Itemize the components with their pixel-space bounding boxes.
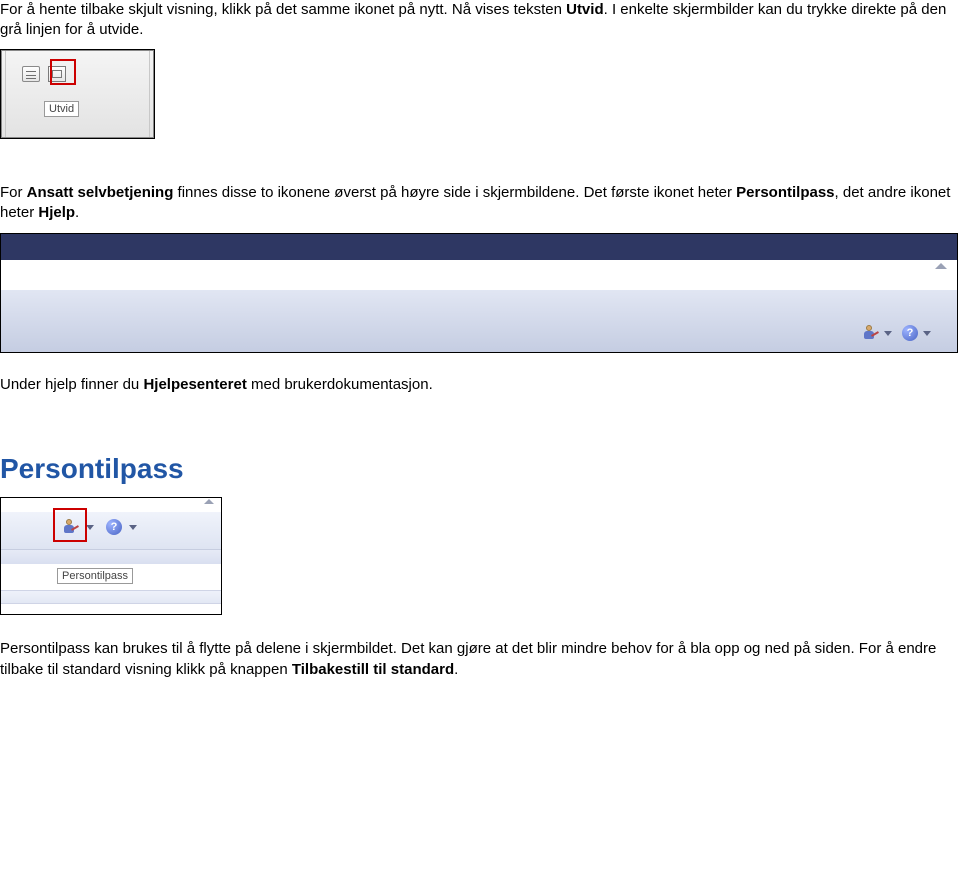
text: For: [0, 184, 27, 201]
top-strip: [1, 498, 221, 512]
filler-row: [1, 550, 221, 564]
inner-row: [1, 590, 221, 604]
icon-bar: ?: [861, 324, 931, 342]
divider: [149, 51, 150, 137]
tooltip-utvid: Utvid: [44, 101, 79, 117]
paragraph-intro: For å hente tilbake skjult visning, klik…: [0, 0, 960, 41]
tooltip-persontilpass: Persontilpass: [57, 568, 133, 584]
header-bar: [1, 234, 957, 260]
highlight-box: [50, 59, 76, 85]
collapse-icon[interactable]: [931, 263, 951, 273]
hjelp-icon[interactable]: ?: [902, 325, 918, 341]
menu-arrow-icon[interactable]: [884, 331, 892, 336]
screenshot-utvid: Utvid: [0, 49, 155, 139]
persontilpass-icon[interactable]: [861, 324, 879, 342]
screenshot-top-icons: ?: [0, 233, 958, 353]
bold-utvid: Utvid: [566, 1, 604, 18]
toolbar-region: Utvid: [1, 50, 154, 138]
text: Under hjelp finner du: [0, 376, 143, 393]
content-row: [1, 290, 957, 352]
text: med brukerdokumentasjon.: [247, 376, 433, 393]
divider: [5, 51, 6, 137]
text: Persontilpass kan brukes til å flytte på…: [0, 640, 936, 677]
text: .: [75, 204, 79, 221]
paragraph-persontilpass-desc: Persontilpass kan brukes til å flytte på…: [0, 639, 960, 680]
bold-ansatt: Ansatt selvbetjening: [27, 184, 174, 201]
list-icon[interactable]: [22, 66, 40, 82]
bold-hjelpesenteret: Hjelpesenteret: [143, 376, 246, 393]
paragraph-icons-desc: For Ansatt selvbetjening finnes disse to…: [0, 183, 960, 224]
screenshot-persontilpass: ? Persontilpass: [0, 497, 222, 615]
hjelp-icon[interactable]: ?: [106, 519, 122, 535]
paragraph-help: Under hjelp finner du Hjelpesenteret med…: [0, 375, 960, 395]
bold-tilbakestill: Tilbakestill til standard: [292, 661, 454, 678]
text: finnes disse to ikonene øverst på høyre …: [173, 184, 736, 201]
text: For å hente tilbake skjult visning, klik…: [0, 1, 566, 18]
collapse-icon[interactable]: [201, 499, 217, 509]
menu-arrow-icon[interactable]: [86, 525, 94, 530]
white-row: [1, 260, 957, 290]
bold-persontilpass: Persontilpass: [736, 184, 834, 201]
icon-row: [22, 64, 133, 84]
highlight-box: [53, 508, 87, 542]
menu-arrow-icon[interactable]: [923, 331, 931, 336]
menu-arrow-icon[interactable]: [129, 525, 137, 530]
bottom-strip: [1, 604, 221, 614]
bold-hjelp: Hjelp: [38, 204, 75, 221]
heading-persontilpass: Persontilpass: [0, 453, 960, 485]
text: .: [454, 661, 458, 678]
